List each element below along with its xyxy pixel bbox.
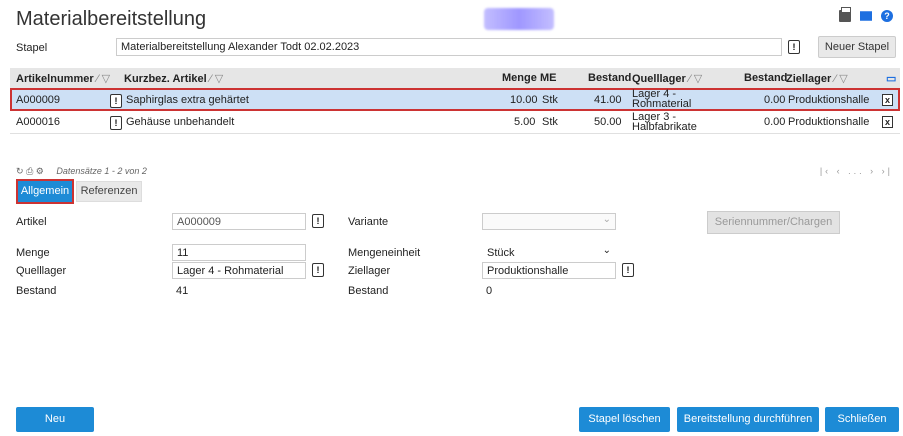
- records-info: Datensätze 1 - 2 von 2: [56, 166, 147, 176]
- cell-ziellager: Produktionshalle: [788, 116, 870, 128]
- neuer-stapel-button[interactable]: Neuer Stapel: [818, 36, 896, 58]
- cell-artikel: A000016: [16, 116, 61, 128]
- company-logo: [484, 8, 554, 30]
- quelllager-label: Quelllager: [16, 265, 67, 277]
- artikel-info-button[interactable]: !: [312, 214, 324, 228]
- column-header-me[interactable]: ME: [540, 72, 557, 84]
- column-header-menge[interactable]: Menge: [502, 72, 537, 84]
- column-header-quelllager[interactable]: Quelllager ⁄ ▽: [632, 72, 702, 85]
- cell-bestand-ziel: 0.00: [764, 116, 786, 128]
- column-header-ziellager[interactable]: Ziellager ⁄ ▽: [786, 72, 848, 85]
- variante-select[interactable]: ⌄: [482, 213, 616, 230]
- stapel-loeschen-button[interactable]: Stapel löschen: [579, 407, 670, 432]
- cell-me: Stk: [542, 116, 558, 128]
- ziellager-info-button[interactable]: !: [622, 263, 634, 277]
- stapel-field[interactable]: Materialbereitstellung Alexander Todt 02…: [116, 38, 782, 56]
- top-toolbar: ?: [839, 7, 893, 22]
- cell-bestand-quelle: 41.00: [594, 94, 622, 106]
- help-icon[interactable]: ?: [881, 10, 893, 22]
- mail-icon[interactable]: [860, 11, 872, 21]
- row-info-button[interactable]: !: [110, 116, 122, 130]
- cell-artikel: A000009: [16, 94, 61, 106]
- cell-quelllager: Lager 4 - Rohmaterial: [632, 88, 692, 110]
- menge-label: Menge: [16, 247, 50, 259]
- column-header-kurzbez[interactable]: Kurzbez. Artikel ⁄ ▽: [124, 72, 223, 85]
- cell-kurzbez: Gehäuse unbehandelt: [126, 116, 235, 128]
- page-title: Materialbereitstellung: [16, 8, 207, 30]
- export-icon[interactable]: ▭: [886, 72, 896, 85]
- pagination[interactable]: |‹ ‹ ... › ›|: [820, 166, 893, 176]
- stapel-info-button[interactable]: !: [788, 40, 800, 54]
- table-row[interactable]: A000009 ! Saphirglas extra gehärtet 10.0…: [10, 88, 900, 111]
- bestand-label: Bestand: [16, 285, 57, 297]
- menge-field[interactable]: 11: [172, 244, 306, 261]
- remove-row-button[interactable]: x: [882, 94, 893, 106]
- seriennummer-chargen-button[interactable]: Seriennummer/Chargen: [707, 211, 840, 234]
- remove-row-button[interactable]: x: [882, 116, 893, 128]
- variante-label: Variante: [348, 216, 389, 228]
- column-header-artikelnummer[interactable]: Artikelnummer ⁄ ▽: [16, 72, 110, 85]
- artikel-label: Artikel: [16, 216, 47, 228]
- cell-bestand-quelle: 50.00: [594, 116, 622, 128]
- cell-ziellager: Produktionshalle: [788, 94, 870, 106]
- refresh-icon[interactable]: ↻: [16, 166, 24, 176]
- row-info-button[interactable]: !: [110, 94, 122, 108]
- chevron-down-icon: ⌄: [602, 245, 611, 256]
- artikel-field[interactable]: A000009: [172, 213, 306, 230]
- grid-toolbar: ↻ ⎙ ⚙ Datensätze 1 - 2 von 2: [16, 166, 147, 177]
- schliessen-button[interactable]: Schließen: [825, 407, 899, 432]
- cell-quelllager: Lager 3 - Halbfabrikate: [632, 111, 697, 133]
- article-grid: Artikelnummer ⁄ ▽ Kurzbez. Artikel ⁄ ▽ M…: [10, 68, 900, 134]
- cell-me: Stk: [542, 94, 558, 106]
- quelllager-field[interactable]: Lager 4 - Rohmaterial: [172, 262, 306, 279]
- quelllager-info-button[interactable]: !: [312, 263, 324, 277]
- neu-button[interactable]: Neu: [16, 407, 94, 432]
- bestand-value: 41: [176, 285, 189, 297]
- mengeneinheit-label: Mengeneinheit: [348, 247, 421, 259]
- stapel-label: Stapel: [16, 42, 48, 54]
- bereitstellung-durchfuehren-button[interactable]: Bereitstellung durchführen: [677, 407, 819, 432]
- cell-kurzbez: Saphirglas extra gehärtet: [126, 94, 249, 106]
- tab-allgemein[interactable]: Allgemein: [16, 179, 74, 204]
- ziellager-field[interactable]: Produktionshalle: [482, 262, 616, 279]
- chevron-down-icon: ⌄: [602, 214, 611, 225]
- cell-menge: 10.00: [510, 94, 538, 106]
- bestand-ziel-value: 0: [486, 285, 493, 297]
- ziellager-label: Ziellager: [348, 265, 391, 277]
- cell-bestand-ziel: 0.00: [764, 94, 786, 106]
- grid-header: Artikelnummer ⁄ ▽ Kurzbez. Artikel ⁄ ▽ M…: [10, 68, 900, 88]
- bestand-ziel-label: Bestand: [348, 285, 389, 297]
- settings-icon[interactable]: ⚙: [36, 166, 44, 176]
- table-row[interactable]: A000016 ! Gehäuse unbehandelt 5.00 Stk 5…: [10, 111, 900, 134]
- cell-menge: 5.00: [514, 116, 536, 128]
- print-icon[interactable]: ⎙: [26, 166, 33, 176]
- tab-referenzen[interactable]: Referenzen: [76, 181, 142, 202]
- mengeneinheit-select[interactable]: Stück ⌄: [482, 244, 616, 261]
- printer-icon[interactable]: [839, 7, 851, 22]
- column-header-bestand-quelle[interactable]: Bestand: [588, 72, 631, 84]
- column-header-bestand-ziel[interactable]: Bestand: [744, 72, 787, 84]
